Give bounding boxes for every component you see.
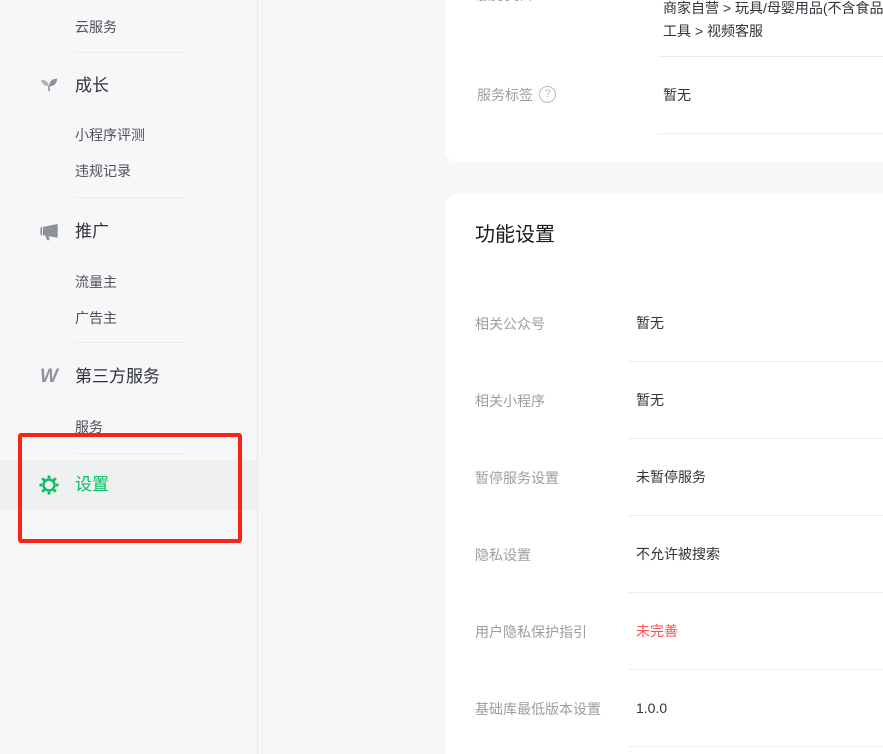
service-category-value-line1: 商家自营 > 玩具/母婴用品(不含食品 xyxy=(663,0,883,20)
sidebar-item-advertiser[interactable]: 广告主 xyxy=(0,308,332,328)
sidebar-item-service[interactable]: 服务 xyxy=(0,417,332,437)
sidebar-item-label: 设置 xyxy=(75,473,109,497)
sidebar-item-traffic-master[interactable]: 流量主 xyxy=(0,272,332,292)
row-value: 1.0.0 xyxy=(636,698,667,718)
gear-icon xyxy=(38,474,60,496)
row-label: 用户隐私保护指引 xyxy=(475,622,587,642)
row-value: 不允许被搜索 xyxy=(636,544,720,564)
service-tag-value: 暂无 xyxy=(663,85,691,105)
sidebar-item-label: 推广 xyxy=(75,220,109,244)
sidebar-item-cloud-service[interactable]: 云服务 xyxy=(0,17,332,37)
sidebar-item-settings[interactable]: 设置 xyxy=(0,473,257,497)
related-official-account-row: 相关公众号 暂无 xyxy=(445,285,883,362)
wechat-miniprogram-console: 云服务 成长 小程序评测 违规记录 推 xyxy=(0,0,883,754)
row-divider xyxy=(658,133,883,134)
sidebar-item-label: 第三方服务 xyxy=(75,365,160,389)
row-label: 隐私设置 xyxy=(475,545,531,565)
sidebar-item-mini-program-evaluation[interactable]: 小程序评测 xyxy=(0,125,332,145)
row-label: 服务类目 xyxy=(477,0,533,5)
privacy-settings-row: 隐私设置 不允许被搜索 xyxy=(445,516,883,593)
sidebar-item-promotion[interactable]: 推广 xyxy=(0,220,257,244)
help-icon[interactable]: ? xyxy=(539,86,556,103)
sidebar-item-violation-records[interactable]: 违规记录 xyxy=(0,161,332,181)
sidebar-divider xyxy=(75,52,186,53)
service-tag-row: 服务标签 ? 暂无 xyxy=(445,56,883,133)
sidebar-item-label: 成长 xyxy=(75,74,109,98)
sidebar-item-growth[interactable]: 成长 xyxy=(0,74,257,98)
sidebar-divider xyxy=(75,453,186,454)
sidebar-divider xyxy=(75,197,186,198)
sidebar-divider xyxy=(75,342,186,343)
row-label: 暂停服务设置 xyxy=(475,468,559,488)
service-info-card: 服务类目 商家自营 > 玩具/母婴用品(不含食品 工具 > 视频客服 服务标签 … xyxy=(445,0,883,162)
function-settings-card: 功能设置 相关公众号 暂无 相关小程序 暂无 暂停服务设置 未暂停服务 隐私设置… xyxy=(445,194,883,754)
row-label: 基础库最低版本设置 xyxy=(475,699,601,719)
row-value: 暂无 xyxy=(636,390,664,410)
row-label: 服务标签 ? xyxy=(477,85,556,105)
sidebar-item-third-party-services[interactable]: W 第三方服务 xyxy=(0,365,257,389)
row-label: 相关小程序 xyxy=(475,391,545,411)
row-value: 未暂停服务 xyxy=(636,467,706,487)
service-category-row: 服务类目 商家自营 > 玩具/母婴用品(不含食品 工具 > 视频客服 xyxy=(445,0,883,56)
row-label: 相关公众号 xyxy=(475,314,545,334)
section-title: 功能设置 xyxy=(475,220,555,250)
pause-service-row: 暂停服务设置 未暂停服务 xyxy=(445,439,883,516)
sprout-icon xyxy=(38,74,60,96)
related-miniprogram-row: 相关小程序 暂无 xyxy=(445,362,883,439)
row-value: 暂无 xyxy=(636,313,664,333)
service-category-value-line2: 工具 > 视频客服 xyxy=(663,20,763,43)
megaphone-icon xyxy=(38,221,60,243)
row-value-alert: 未完善 xyxy=(636,621,678,641)
third-party-icon: W xyxy=(38,366,60,388)
base-library-version-row: 基础库最低版本设置 1.0.0 xyxy=(445,670,883,747)
sidebar: 云服务 成长 小程序评测 违规记录 推 xyxy=(0,0,258,754)
user-privacy-guide-row: 用户隐私保护指引 未完善 xyxy=(445,593,883,670)
